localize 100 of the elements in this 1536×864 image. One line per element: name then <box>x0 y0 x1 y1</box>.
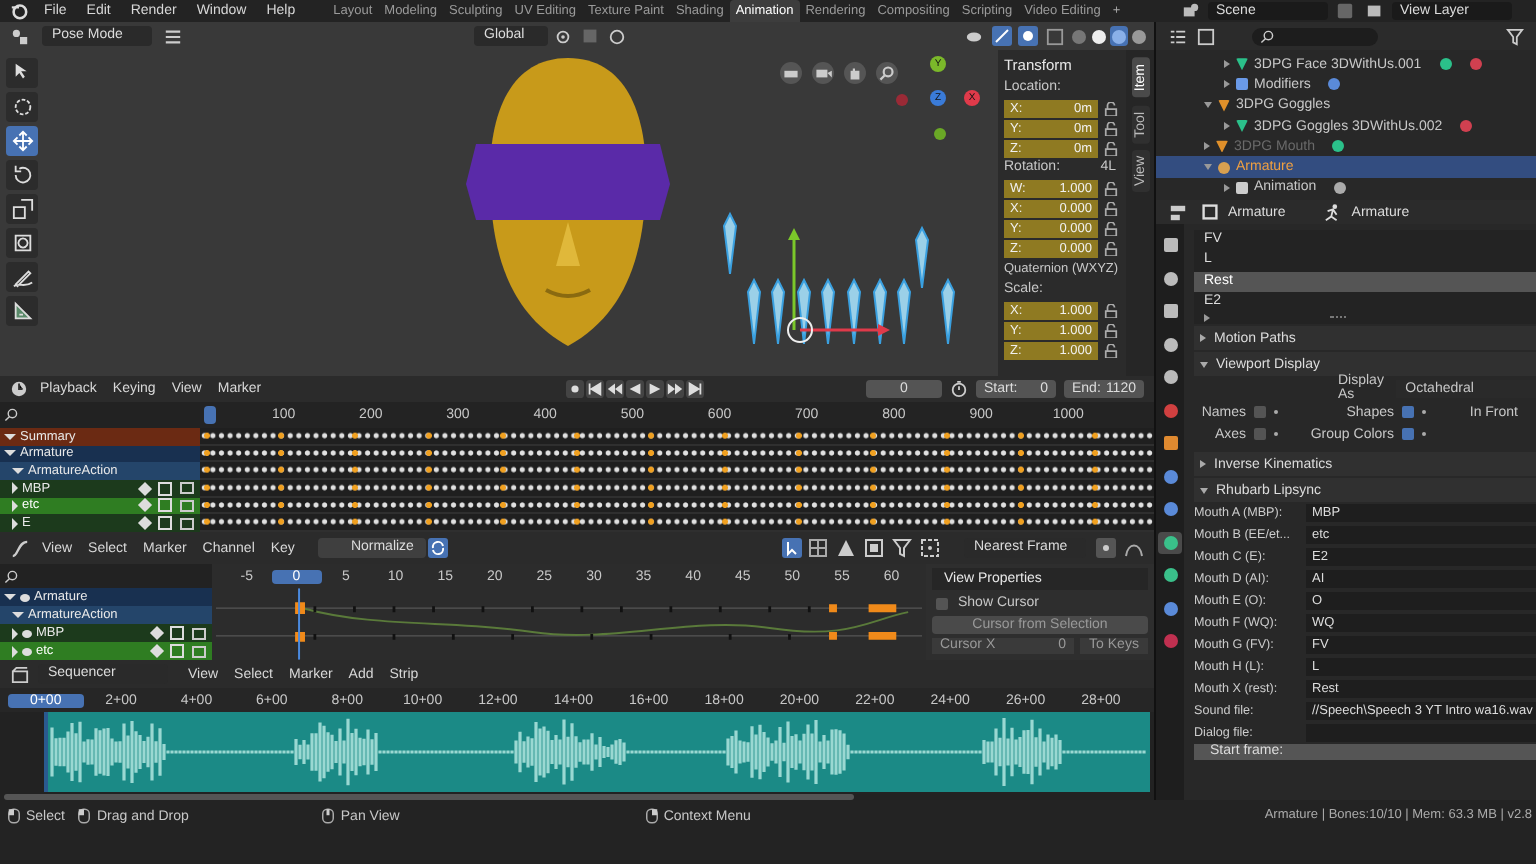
lock-icon[interactable] <box>1104 303 1118 317</box>
tool-button[interactable] <box>6 228 38 258</box>
annotate-tool-icon <box>11 266 33 288</box>
scrollbar[interactable] <box>4 794 854 800</box>
mouse-icon <box>645 808 658 824</box>
lock-icon[interactable] <box>1104 221 1118 235</box>
visibility-icon[interactable] <box>964 27 984 45</box>
search-icon <box>1260 29 1274 43</box>
filter-icon[interactable] <box>1506 27 1524 45</box>
checkbox[interactable] <box>1402 428 1414 441</box>
editor-type-icon[interactable] <box>10 27 30 45</box>
text-field[interactable] <box>1306 724 1536 743</box>
properties-tab[interactable] <box>1158 531 1182 553</box>
view-layer-icon[interactable] <box>1366 2 1384 20</box>
data-badge-icon[interactable] <box>1469 58 1482 71</box>
play-reverse-icon[interactable] <box>625 380 644 398</box>
menu-icon[interactable] <box>164 27 182 45</box>
lock-icon[interactable] <box>1104 323 1118 337</box>
tool-button[interactable] <box>6 262 38 292</box>
editor-type-icon[interactable] <box>1168 203 1188 221</box>
checkbox-icon[interactable] <box>158 498 172 513</box>
record-button-icon[interactable] <box>565 380 584 398</box>
data-badge-icon[interactable] <box>1439 58 1452 71</box>
lock-icon[interactable] <box>1104 181 1118 195</box>
scene-icon[interactable] <box>1182 2 1200 20</box>
fcurve-drawing[interactable] <box>295 602 910 642</box>
tool-button[interactable] <box>6 58 38 88</box>
stopwatch-icon[interactable] <box>950 380 968 398</box>
xray-icon[interactable] <box>1046 27 1064 45</box>
editor-type-icon[interactable] <box>10 539 30 557</box>
warning-icon[interactable] <box>836 538 856 558</box>
checkbox-icon[interactable] <box>158 481 172 496</box>
cursor-tool-icon <box>11 96 33 118</box>
editor-type-icon[interactable] <box>10 380 28 398</box>
search-field[interactable] <box>0 564 212 588</box>
lock-icon[interactable] <box>1104 101 1118 115</box>
properties-tab[interactable] <box>1158 432 1182 454</box>
tool-button[interactable] <box>6 92 38 122</box>
refresh-icon[interactable] <box>427 538 448 558</box>
shading-mode-button[interactable] <box>1130 26 1148 46</box>
overlay-toggle-icon[interactable] <box>1018 26 1038 46</box>
lock-icon[interactable] <box>1104 121 1118 135</box>
lock-icon[interactable] <box>1104 141 1118 155</box>
tool-button[interactable] <box>6 160 38 190</box>
display-mode-icon[interactable] <box>1196 27 1216 45</box>
pivot-icon[interactable] <box>920 538 940 558</box>
jump-to-end-icon[interactable] <box>685 380 704 398</box>
search-icon <box>4 408 18 422</box>
jump-to-start-icon[interactable] <box>585 380 604 398</box>
properties-tab[interactable] <box>1158 234 1182 256</box>
running-figure-icon <box>1323 203 1342 221</box>
checkbox[interactable] <box>1254 428 1266 441</box>
list-resize-handle[interactable] <box>1330 315 1346 322</box>
search-field[interactable] <box>1252 27 1378 45</box>
proportional-editing-icon[interactable] <box>608 27 626 45</box>
shading-mode-button[interactable] <box>1090 26 1108 46</box>
lock-icon[interactable] <box>1104 241 1118 255</box>
hand-icon[interactable] <box>844 62 866 84</box>
lock-icon[interactable] <box>1104 201 1118 215</box>
play-icon[interactable] <box>645 380 664 398</box>
editor-type-icon[interactable] <box>1168 27 1188 45</box>
cursor-mode-icon[interactable] <box>782 538 802 558</box>
tool-button[interactable] <box>6 126 38 156</box>
scale-tool-icon <box>11 198 33 220</box>
filter-icon[interactable] <box>892 538 912 558</box>
playhead-line[interactable] <box>298 588 301 660</box>
tool-button[interactable] <box>6 194 38 224</box>
gizmo-toggle-icon[interactable] <box>992 26 1012 46</box>
checkbox-icon[interactable] <box>158 516 172 531</box>
lock-icon[interactable] <box>1104 343 1118 357</box>
search-icon <box>4 569 18 583</box>
proportional-editing-icon[interactable] <box>1096 538 1116 558</box>
checkbox-icon[interactable] <box>170 644 184 658</box>
previous-keyframe-icon[interactable] <box>605 380 624 398</box>
search-field[interactable] <box>0 402 200 428</box>
new-scene-icon[interactable] <box>1336 2 1354 20</box>
playhead-marker[interactable] <box>204 406 216 424</box>
mouse-icon <box>8 808 20 824</box>
negative-axis-handle <box>896 94 908 106</box>
frame-icon[interactable] <box>864 538 884 558</box>
next-keyframe-icon[interactable] <box>665 380 684 398</box>
data-badge-icon[interactable] <box>1328 78 1341 91</box>
grid-icon[interactable] <box>808 538 828 558</box>
properties-tab[interactable] <box>1158 300 1182 322</box>
checkbox[interactable] <box>1254 406 1266 419</box>
pivot-icon[interactable] <box>554 27 572 45</box>
data-badge-icon[interactable] <box>1460 120 1473 133</box>
rotate-tool-icon <box>11 164 33 186</box>
eye-icon[interactable] <box>20 593 30 601</box>
zoom-icon[interactable] <box>876 62 898 84</box>
shading-mode-button[interactable] <box>1110 26 1128 46</box>
checkbox[interactable] <box>1402 406 1414 419</box>
data-badge-icon[interactable] <box>1334 181 1347 194</box>
camera-icon[interactable] <box>812 62 834 84</box>
checkbox[interactable] <box>936 597 948 609</box>
tool-button[interactable] <box>6 296 38 326</box>
blender-logo-icon[interactable] <box>10 2 28 20</box>
editor-type-icon[interactable] <box>10 665 30 683</box>
checkbox-icon[interactable] <box>170 626 184 640</box>
grid-view-icon[interactable] <box>780 62 802 84</box>
